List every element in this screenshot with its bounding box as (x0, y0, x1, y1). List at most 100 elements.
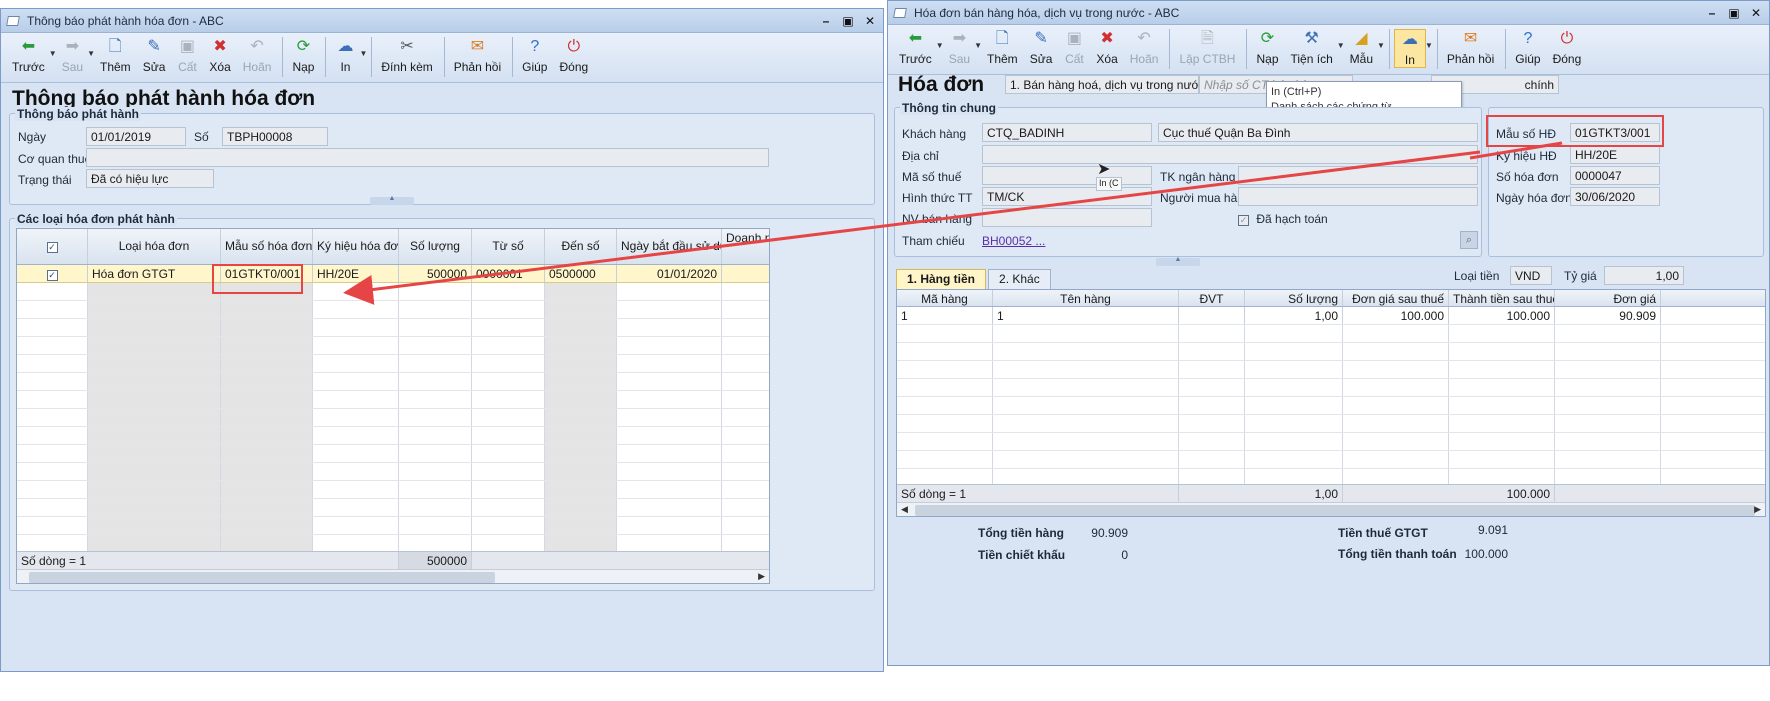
toolbar-xóa-button[interactable]: ✖ Xóa (1091, 29, 1122, 66)
toolbar-trước-button[interactable]: ⬅ Trước (7, 37, 50, 74)
cell-loai[interactable]: Hóa đơn GTGT (88, 265, 221, 282)
header-dvt[interactable]: ĐVT (1179, 290, 1245, 306)
toolbar-đóng-button[interactable]: ⏻ Đóng (1548, 29, 1587, 66)
header-tenhang[interactable]: Tên hàng (993, 290, 1179, 306)
toolbar-thêm-button[interactable]: 🗋 Thêm (982, 29, 1023, 66)
header-ngaybd[interactable]: Ngày bắt đầu sử dụng (617, 229, 722, 264)
customer-name-field[interactable]: Cục thuế Quận Ba Đình (1158, 123, 1478, 142)
customer-code-field[interactable]: CTQ_BADINH (982, 123, 1152, 142)
header-kyhieu[interactable]: Ký hiệu hóa đơn (313, 229, 399, 264)
posted-checkbox[interactable]: ✓ (1238, 215, 1249, 226)
header-denso[interactable]: Đến số (545, 229, 617, 264)
cell-tenhang[interactable]: 1 (993, 307, 1179, 324)
right-scroll-thumb[interactable] (915, 505, 1755, 516)
left-titlebar[interactable]: Thông báo phát hành hóa đơn - ABC – ▣ ✕ (1, 9, 883, 33)
close-button[interactable]: ✕ (1749, 6, 1763, 20)
cell-thanhtien-st[interactable]: 100.000 (1449, 307, 1555, 324)
toolbar-sửa-button[interactable]: ✎ Sửa (1025, 29, 1058, 66)
dropdown-caret-icon[interactable]: ▼ (1337, 41, 1345, 50)
dropdown-caret-icon[interactable]: ▼ (359, 49, 367, 58)
toolbar-phản-hồi-button[interactable]: ✉ Phản hồi (1442, 29, 1499, 66)
tax-code-field[interactable] (982, 166, 1152, 185)
cell-dongia-st[interactable]: 100.000 (1343, 307, 1449, 324)
buyer-field[interactable] (1238, 187, 1478, 206)
dropdown-caret-icon[interactable]: ▼ (974, 41, 982, 50)
symbol-field[interactable]: HH/20E (1570, 145, 1660, 164)
toolbar-in-button[interactable]: ☁ In (1393, 29, 1426, 68)
dropdown-caret-icon[interactable]: ▼ (87, 49, 95, 58)
cell-kyhieu[interactable]: HH/20E (313, 265, 399, 282)
table-row[interactable]: ✓ Hóa đơn GTGT 01GTKT0/001 HH/20E 500000… (17, 265, 769, 283)
dropdown-caret-icon[interactable]: ▼ (1425, 41, 1433, 50)
left-splitter[interactable] (370, 197, 414, 205)
header-soluong[interactable]: Số lượng (399, 229, 472, 264)
toolbar-đóng-button[interactable]: ⏻ Đóng (554, 37, 593, 74)
toolbar-cất-button[interactable]: ▣ Cất (172, 37, 202, 74)
header-doanhnghiep[interactable]: Doanh n (722, 229, 769, 264)
toolbar-giúp-button[interactable]: ? Giúp (517, 37, 552, 74)
scroll-left-icon[interactable]: ◀ (901, 504, 908, 515)
minimize-button[interactable]: – (819, 14, 833, 28)
toolbar-phản-hồi-button[interactable]: ✉ Phản hồi (449, 37, 506, 74)
right-hscrollbar[interactable]: ◀ ▶ (897, 502, 1765, 516)
toolbar-lập-ctbh-button[interactable]: 🗎 Lập CTBH (1174, 29, 1240, 66)
toolbar-sau-button[interactable]: ➡ Sau (57, 37, 88, 74)
close-button[interactable]: ✕ (863, 14, 877, 28)
table-row[interactable]: 1 1 1,00 100.000 100.000 90.909 (897, 307, 1765, 325)
invoice-date-field[interactable]: 30/06/2020 (1570, 187, 1660, 206)
row-checkbox-cell[interactable]: ✓ (17, 265, 88, 282)
maximize-button[interactable]: ▣ (841, 14, 855, 28)
cell-soluong[interactable]: 500000 (399, 265, 472, 282)
toolbar-nạp-button[interactable]: ⟳ Nạp (1251, 29, 1283, 66)
cell-dongia[interactable]: 90.909 (1555, 307, 1661, 324)
toolbar-nạp-button[interactable]: ⟳ Nạp (287, 37, 319, 74)
toolbar-đính-kèm-button[interactable]: ✂ Đính kèm (376, 37, 437, 74)
header-mau[interactable]: Mẫu số hóa đơn (221, 229, 313, 264)
cell-tuso[interactable]: 0000001 (472, 265, 545, 282)
row-checkbox[interactable]: ✓ (46, 270, 58, 281)
left-scroll-thumb[interactable] (29, 572, 495, 583)
exchange-rate-field[interactable]: 1,00 (1604, 266, 1684, 285)
left-hscrollbar[interactable]: ▶ (17, 569, 769, 583)
scroll-right-icon[interactable]: ▶ (1754, 504, 1761, 515)
header-check[interactable]: ✓ (17, 229, 88, 264)
toolbar-hoãn-button[interactable]: ↶ Hoãn (238, 37, 277, 74)
cell-soluong[interactable]: 1,00 (1245, 307, 1343, 324)
toolbar-in-button[interactable]: ☁ In (330, 37, 360, 74)
tax-office-field[interactable] (86, 148, 769, 167)
header-thanhtien-st[interactable]: Thành tiền sau thuế (1449, 290, 1555, 306)
tab-khac[interactable]: 2. Khác (988, 269, 1051, 289)
toolbar-tiện-ích-button[interactable]: ⚒ Tiện ích (1286, 29, 1338, 66)
payment-method-field[interactable]: TM/CK (982, 187, 1152, 206)
bank-account-field[interactable] (1238, 166, 1478, 185)
invoice-type-select[interactable]: 1. Bán hàng hoá, dịch vụ trong nước (1005, 75, 1199, 94)
salesperson-field[interactable] (982, 208, 1152, 227)
tab-hang-tien[interactable]: 1. Hàng tiền (896, 269, 987, 289)
toolbar-sau-button[interactable]: ➡ Sau (944, 29, 975, 66)
dropdown-caret-icon[interactable]: ▼ (936, 41, 944, 50)
toolbar-thêm-button[interactable]: 🗋 Thêm (95, 37, 136, 74)
toolbar-giúp-button[interactable]: ? Giúp (1510, 29, 1545, 66)
minimize-button[interactable]: – (1705, 6, 1719, 20)
cell-mahang[interactable]: 1 (897, 307, 993, 324)
number-field[interactable]: TBPH00008 (222, 127, 328, 146)
scroll-right-icon[interactable]: ▶ (758, 571, 765, 582)
header-dongia[interactable]: Đơn giá (1555, 290, 1661, 306)
invoice-no-field[interactable]: 0000047 (1570, 166, 1660, 185)
toolbar-hoãn-button[interactable]: ↶ Hoãn (1125, 29, 1164, 66)
maximize-button[interactable]: ▣ (1727, 6, 1741, 20)
header-mahang[interactable]: Mã hàng (897, 290, 993, 306)
toolbar-mẫu-button[interactable]: ◢ Mẫu (1345, 29, 1378, 66)
address-field[interactable] (982, 145, 1478, 164)
toolbar-sửa-button[interactable]: ✎ Sửa (138, 37, 171, 74)
right-titlebar[interactable]: Hóa đơn bán hàng hóa, dịch vụ trong nước… (888, 1, 1769, 25)
toolbar-xóa-button[interactable]: ✖ Xóa (204, 37, 235, 74)
posted-checkbox-row[interactable]: ✓ Đã hạch toán (1238, 212, 1328, 226)
select-all-checkbox[interactable]: ✓ (46, 242, 58, 253)
cell-dvt[interactable] (1179, 307, 1245, 324)
header-tuso[interactable]: Từ số (472, 229, 545, 264)
reference-search-icon[interactable]: ⌕ (1460, 231, 1478, 249)
toolbar-trước-button[interactable]: ⬅ Trước (894, 29, 937, 66)
header-dongia-st[interactable]: Đơn giá sau thuế (1343, 290, 1449, 306)
cell-denso[interactable]: 0500000 (545, 265, 617, 282)
